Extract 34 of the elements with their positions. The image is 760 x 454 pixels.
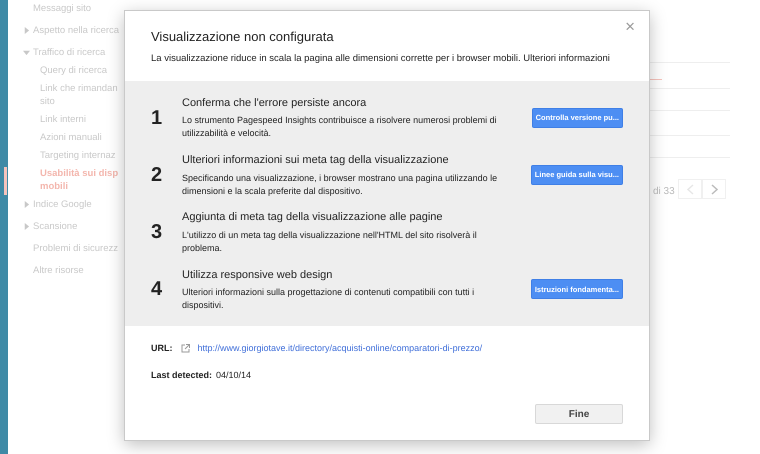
close-button[interactable]: × xyxy=(621,17,639,37)
external-link-icon[interactable] xyxy=(180,344,190,354)
caret-icon[interactable] xyxy=(23,201,30,208)
chevron-left-icon[interactable] xyxy=(686,184,694,194)
step-title: Utilizza responsive web design xyxy=(182,268,334,283)
done-button[interactable]: Fine xyxy=(535,404,623,424)
step-number: 1 xyxy=(150,106,164,131)
info-link[interactable]: Ulteriori informazioni xyxy=(523,52,610,64)
next-button[interactable] xyxy=(702,179,726,199)
detected-date: 04/10/14 xyxy=(216,368,252,382)
caret-icon[interactable] xyxy=(23,223,30,230)
step-title: Aggiunta di meta tag della visualizzazione alle pagine xyxy=(182,210,444,226)
url-label: URL: xyxy=(151,342,172,355)
url-link[interactable]: http://www.giorgiotave.it/directory/acquisti-online/comparatori-di-prezzo/ xyxy=(198,342,482,356)
step-description: Lo strumento Pagespeed Insights contribuisce a risolvere numerosi problemi di utilizzabilità e velocità. xyxy=(182,114,498,140)
chevron-right-icon[interactable] xyxy=(710,184,718,194)
step-description: L'utilizzo di un meta tag della visualizzazione nell'HTML del sito risolverà il problema. xyxy=(182,228,478,255)
page-count: di 33 xyxy=(653,185,675,199)
caret-icon[interactable] xyxy=(23,27,30,34)
step-number: 4 xyxy=(150,277,164,302)
step-description: Ulteriori informazioni sulla progettazione di contenuti compatibili con tutti i dispositivi. xyxy=(182,286,476,312)
accent-line xyxy=(650,79,662,80)
selection-bar xyxy=(4,167,7,195)
caret-icon[interactable] xyxy=(23,49,30,56)
step-title: Ulteriori informazioni sui meta tag della visualizzazione xyxy=(182,153,450,168)
dialog-description: La visualizzazione riduce in scala la pagina alle dimensioni corrette per i browser mobili. Ulteriori informazioni xyxy=(151,52,611,66)
step-title: Conferma che l'errore persiste ancora xyxy=(182,96,368,111)
previous-button[interactable] xyxy=(678,179,702,199)
step-description: Specificando una visualizzazione, i browser mostrano una pagina utilizzando le dimensioni e la scala preferite dal dispositivo. xyxy=(182,172,498,198)
dialog-title: Visualizzazione non configurata xyxy=(151,29,335,45)
sidebar-item[interactable]: Usabilità sui disp mobili xyxy=(40,167,118,193)
detected-label: Last detected: xyxy=(151,368,212,382)
step-number: 3 xyxy=(150,220,164,246)
step-number: 2 xyxy=(150,162,164,188)
